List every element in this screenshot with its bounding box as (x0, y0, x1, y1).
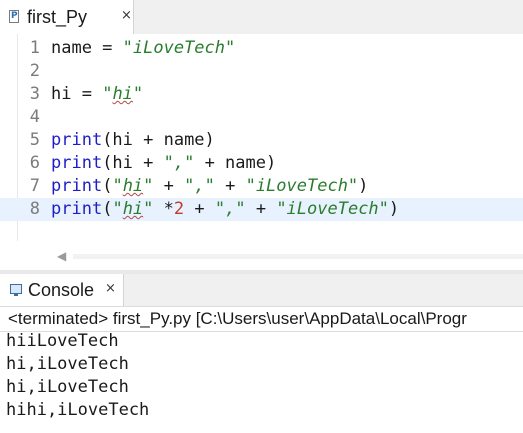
console-tab-bar: Console × (0, 274, 523, 307)
code-token: hi (122, 199, 144, 219)
code-token: "," (214, 199, 246, 219)
tab-label: first_Py (27, 7, 88, 27)
code-token: hi (112, 84, 133, 104)
horizontal-scrollbar[interactable]: ◀ (51, 246, 523, 268)
code-line[interactable]: 8 print("hi" *2 + "," + "iLoveTech") (0, 198, 523, 221)
code-line[interactable]: 5 print(hi + name) (0, 129, 523, 152)
code-text: print("hi" + "," + "iLoveTech") (51, 175, 368, 198)
line-number: 1 (29, 38, 40, 58)
console-status-line: <terminated> first_Py.py [C:\Users\user\… (8, 309, 467, 328)
tab-label: Console (28, 280, 95, 300)
code-token: "iLoveTech" (245, 176, 359, 196)
code-token: " (112, 199, 123, 219)
console-icon (10, 284, 22, 296)
line-number: 3 (29, 84, 40, 104)
console-output-line: hiiLoveTech (6, 331, 119, 351)
scrollbar-track[interactable] (73, 254, 523, 259)
line-number: 8 (29, 199, 40, 219)
code-line[interactable]: 2 (0, 60, 523, 83)
code-token: name = (51, 38, 123, 58)
code-token: "iLoveTech" (276, 199, 389, 219)
python-file-icon: P (9, 10, 19, 23)
code-token: + name) (194, 153, 277, 173)
code-token: " (143, 199, 154, 219)
code-line[interactable]: 3 hi = "hi" (0, 83, 523, 106)
editor-tab-bar: P first_Py × (0, 0, 523, 35)
close-icon[interactable]: × (121, 8, 132, 23)
code-token: + (153, 176, 185, 196)
code-token: ) (388, 199, 400, 219)
line-number: 2 (29, 61, 40, 81)
code-token: " (132, 84, 144, 104)
code-token: " (112, 176, 123, 196)
code-token: "," (184, 176, 215, 196)
code-token: print (51, 176, 103, 196)
code-token: print (51, 153, 103, 173)
tab-console[interactable]: Console × (0, 274, 124, 306)
code-token: 2 (173, 199, 185, 219)
code-token: " (102, 84, 113, 104)
code-token: "iLoveTech" (122, 38, 236, 58)
code-token: (hi + name) (102, 130, 215, 150)
line-number: 5 (29, 130, 40, 150)
code-text: print(hi + "," + name) (51, 152, 276, 175)
scroll-left-icon[interactable]: ◀ (57, 249, 66, 263)
line-number: 7 (29, 176, 40, 196)
code-token: "," (163, 153, 195, 173)
code-token: (hi + (102, 153, 164, 173)
code-line[interactable]: 4 (0, 106, 523, 129)
code-line[interactable]: 1 name = "iLoveTech" (0, 37, 523, 60)
console-output-line: hi,iLoveTech (6, 354, 129, 374)
code-token: + (214, 176, 246, 196)
code-token: hi (122, 176, 144, 196)
console-output-line: hi,iLoveTech (6, 377, 129, 397)
code-token: + (184, 199, 215, 219)
code-line[interactable]: 6 print(hi + "," + name) (0, 152, 523, 175)
code-token: hi = (51, 84, 103, 104)
code-text: print(hi + name) (51, 129, 215, 152)
close-icon[interactable]: × (105, 281, 116, 296)
tab-first-py[interactable]: P first_Py × (0, 0, 134, 34)
console-output-line: hihi,iLoveTech (6, 400, 150, 420)
code-token: " (143, 176, 154, 196)
line-number: 6 (29, 153, 40, 173)
code-token: ( (102, 199, 113, 219)
code-line[interactable]: 7 print("hi" + "," + "iLoveTech") (0, 175, 523, 198)
code-token: * (153, 199, 174, 219)
code-token: print (51, 130, 103, 150)
code-editor[interactable]: 1 name = "iLoveTech" 2 3 hi = "hi" 4 5 print(hi… (0, 34, 523, 241)
line-number: 4 (29, 107, 40, 127)
code-token: + (245, 199, 277, 219)
code-token: ) (358, 176, 369, 196)
code-text: print("hi" *2 + "," + "iLoveTech") (51, 198, 399, 221)
code-text: hi = "hi" (51, 83, 143, 106)
code-text: name = "iLoveTech" (51, 37, 235, 60)
code-token: ( (102, 176, 113, 196)
code-token: print (51, 199, 103, 219)
